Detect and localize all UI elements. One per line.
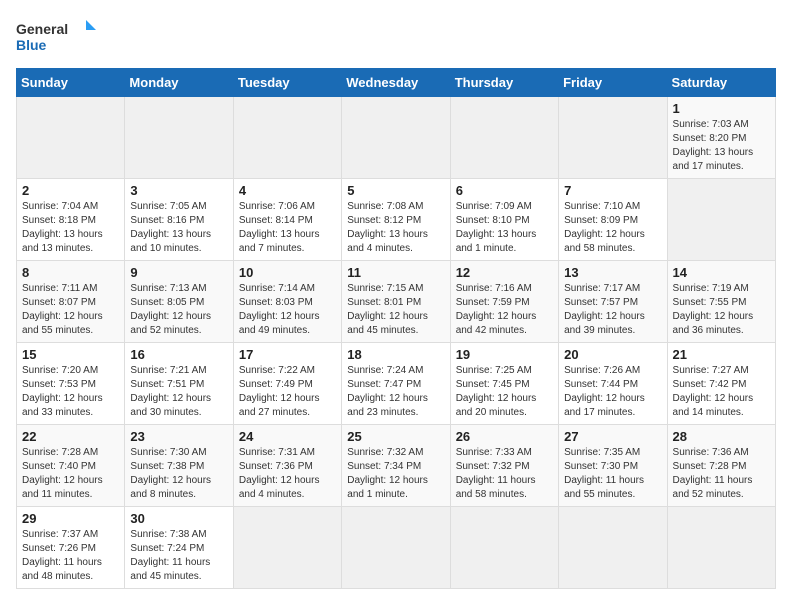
empty-cell [342,97,450,179]
day-cell-16: 16Sunrise: 7:21 AM Sunset: 7:51 PM Dayli… [125,343,233,425]
day-cell-26: 26Sunrise: 7:33 AM Sunset: 7:32 PM Dayli… [450,425,558,507]
day-cell-7: 7Sunrise: 7:10 AM Sunset: 8:09 PM Daylig… [559,179,667,261]
day-cell-17: 17Sunrise: 7:22 AM Sunset: 7:49 PM Dayli… [233,343,341,425]
calendar-week-1: 2Sunrise: 7:04 AM Sunset: 8:18 PM Daylig… [17,179,776,261]
day-cell-12: 12Sunrise: 7:16 AM Sunset: 7:59 PM Dayli… [450,261,558,343]
empty-cell [233,97,341,179]
day-cell-1: 1Sunrise: 7:03 AM Sunset: 8:20 PM Daylig… [667,97,775,179]
empty-cell [125,97,233,179]
day-cell-4: 4Sunrise: 7:06 AM Sunset: 8:14 PM Daylig… [233,179,341,261]
empty-cell [17,97,125,179]
day-cell-24: 24Sunrise: 7:31 AM Sunset: 7:36 PM Dayli… [233,425,341,507]
day-cell-20: 20Sunrise: 7:26 AM Sunset: 7:44 PM Dayli… [559,343,667,425]
calendar-week-2: 8Sunrise: 7:11 AM Sunset: 8:07 PM Daylig… [17,261,776,343]
day-header-friday: Friday [559,69,667,97]
calendar-body: 1Sunrise: 7:03 AM Sunset: 8:20 PM Daylig… [17,97,776,589]
day-cell-6: 6Sunrise: 7:09 AM Sunset: 8:10 PM Daylig… [450,179,558,261]
day-cell-10: 10Sunrise: 7:14 AM Sunset: 8:03 PM Dayli… [233,261,341,343]
day-header-monday: Monday [125,69,233,97]
svg-text:Blue: Blue [16,37,47,53]
day-cell-14: 14Sunrise: 7:19 AM Sunset: 7:55 PM Dayli… [667,261,775,343]
calendar-week-0: 1Sunrise: 7:03 AM Sunset: 8:20 PM Daylig… [17,97,776,179]
day-cell-3: 3Sunrise: 7:05 AM Sunset: 8:16 PM Daylig… [125,179,233,261]
calendar-week-3: 15Sunrise: 7:20 AM Sunset: 7:53 PM Dayli… [17,343,776,425]
day-cell-11: 11Sunrise: 7:15 AM Sunset: 8:01 PM Dayli… [342,261,450,343]
calendar-week-4: 22Sunrise: 7:28 AM Sunset: 7:40 PM Dayli… [17,425,776,507]
empty-cell [559,97,667,179]
empty-cell [450,97,558,179]
day-cell-9: 9Sunrise: 7:13 AM Sunset: 8:05 PM Daylig… [125,261,233,343]
day-cell-19: 19Sunrise: 7:25 AM Sunset: 7:45 PM Dayli… [450,343,558,425]
logo: General Blue [16,16,96,56]
day-cell-21: 21Sunrise: 7:27 AM Sunset: 7:42 PM Dayli… [667,343,775,425]
empty-cell [342,507,450,589]
day-cell-5: 5Sunrise: 7:08 AM Sunset: 8:12 PM Daylig… [342,179,450,261]
svg-text:General: General [16,21,68,37]
day-cell-8: 8Sunrise: 7:11 AM Sunset: 8:07 PM Daylig… [17,261,125,343]
day-header-wednesday: Wednesday [342,69,450,97]
empty-cell [559,507,667,589]
empty-cell [450,507,558,589]
day-cell-22: 22Sunrise: 7:28 AM Sunset: 7:40 PM Dayli… [17,425,125,507]
day-cell-23: 23Sunrise: 7:30 AM Sunset: 7:38 PM Dayli… [125,425,233,507]
day-cell-28: 28Sunrise: 7:36 AM Sunset: 7:28 PM Dayli… [667,425,775,507]
day-cell-13: 13Sunrise: 7:17 AM Sunset: 7:57 PM Dayli… [559,261,667,343]
day-header-sunday: Sunday [17,69,125,97]
day-header-thursday: Thursday [450,69,558,97]
day-cell-27: 27Sunrise: 7:35 AM Sunset: 7:30 PM Dayli… [559,425,667,507]
empty-cell [667,179,775,261]
calendar-week-5: 29Sunrise: 7:37 AM Sunset: 7:26 PM Dayli… [17,507,776,589]
day-cell-29: 29Sunrise: 7:37 AM Sunset: 7:26 PM Dayli… [17,507,125,589]
day-cell-18: 18Sunrise: 7:24 AM Sunset: 7:47 PM Dayli… [342,343,450,425]
page-header: General Blue [16,16,776,56]
day-cell-2: 2Sunrise: 7:04 AM Sunset: 8:18 PM Daylig… [17,179,125,261]
day-header-tuesday: Tuesday [233,69,341,97]
day-cell-30: 30Sunrise: 7:38 AM Sunset: 7:24 PM Dayli… [125,507,233,589]
day-cell-25: 25Sunrise: 7:32 AM Sunset: 7:34 PM Dayli… [342,425,450,507]
empty-cell [233,507,341,589]
calendar-table: SundayMondayTuesdayWednesdayThursdayFrid… [16,68,776,589]
day-header-saturday: Saturday [667,69,775,97]
calendar-header: SundayMondayTuesdayWednesdayThursdayFrid… [17,69,776,97]
empty-cell [667,507,775,589]
logo-svg: General Blue [16,16,96,56]
day-cell-15: 15Sunrise: 7:20 AM Sunset: 7:53 PM Dayli… [17,343,125,425]
